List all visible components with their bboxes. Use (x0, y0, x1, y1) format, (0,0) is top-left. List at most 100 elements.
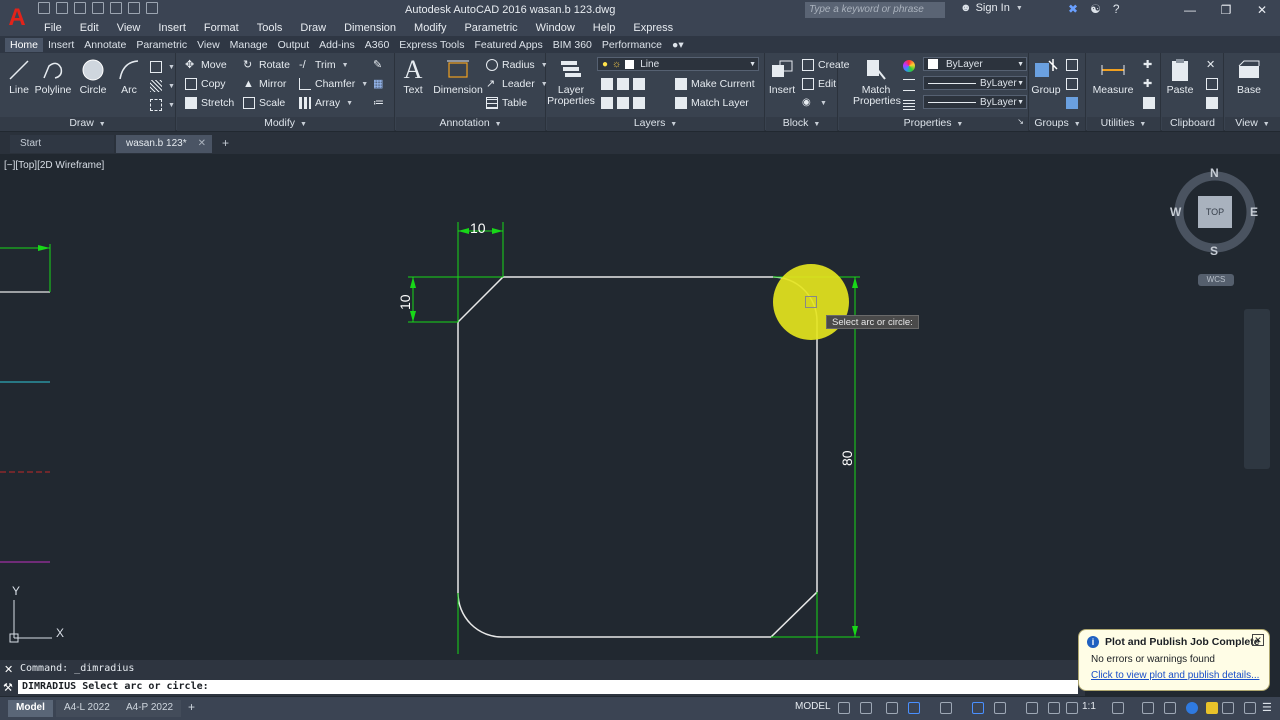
annotation-visibility-icon[interactable] (1048, 702, 1060, 714)
model-space-button[interactable]: MODEL (795, 701, 831, 712)
color-wheel-icon[interactable] (903, 58, 915, 74)
save-as-icon[interactable] (92, 2, 104, 14)
menu-tools[interactable]: Tools (257, 22, 293, 34)
tab-start[interactable]: Start (10, 135, 114, 153)
leader-button[interactable]: ↗ Leader ▼ (486, 76, 548, 92)
panel-launcher-icon[interactable]: ↘ (1017, 117, 1024, 126)
menu-edit[interactable]: Edit (80, 22, 109, 34)
quick-calc-button[interactable]: ✚ (1143, 57, 1155, 73)
restore-icon[interactable]: ❐ (1208, 0, 1244, 20)
tab-current-drawing[interactable]: wasan.b 123* ✕ (116, 135, 212, 153)
group-selection-button[interactable] (1066, 95, 1078, 111)
ortho-icon[interactable] (886, 702, 898, 714)
compass-north[interactable]: N (1210, 166, 1219, 180)
tab-performance[interactable]: Performance (597, 38, 667, 52)
menu-insert[interactable]: Insert (158, 22, 196, 34)
tab-insert[interactable]: Insert (43, 38, 79, 52)
object-snap-icon[interactable] (972, 702, 984, 714)
tab-express-tools[interactable]: Express Tools (394, 38, 469, 52)
copy-clip-button[interactable] (1206, 76, 1218, 92)
copy-base-button[interactable] (1206, 95, 1218, 111)
menu-format[interactable]: Format (204, 22, 249, 34)
layout-tab-model[interactable]: Model (8, 700, 53, 717)
menu-file[interactable]: File (44, 22, 72, 34)
edit-block-button[interactable]: Edit (802, 76, 836, 92)
menu-draw[interactable]: Draw (300, 22, 336, 34)
part-outline[interactable] (457, 276, 818, 638)
color-dropdown[interactable]: ByLayer ▼ (923, 57, 1027, 71)
customize-icon[interactable]: ⚒ (3, 681, 13, 694)
match-layer-button[interactable]: Match Layer (675, 95, 749, 111)
dimension-button[interactable]: Dimension (432, 57, 484, 96)
layer-properties-button[interactable]: Layer Properties (547, 57, 595, 107)
menu-help[interactable]: Help (593, 22, 626, 34)
layer-tools-row1[interactable] (601, 76, 645, 92)
tab-featured-apps[interactable]: Featured Apps (469, 38, 547, 52)
rectangle-button[interactable]: ▼ (150, 59, 175, 75)
drawing-area[interactable]: 10 10 80 Y X [−][Top][2D Wireframe] Sele… (0, 154, 1280, 654)
block-attributes-button[interactable]: ◉ ▼ (802, 95, 827, 111)
osnap-tracking-icon[interactable] (940, 702, 952, 714)
calculator-button[interactable] (1143, 95, 1155, 111)
tab-annotate[interactable]: Annotate (79, 38, 131, 52)
layers-panel-title[interactable]: Layers ▼ (547, 117, 764, 131)
redo-icon[interactable] (146, 2, 158, 14)
group-button[interactable]: Group (1024, 57, 1068, 96)
tab-parametric[interactable]: Parametric (131, 38, 192, 52)
exchange-icon[interactable]: ✖ (1068, 2, 1078, 16)
close-icon[interactable]: ✕ (1244, 0, 1280, 20)
chamfer-button[interactable]: Chamfer ▼ (299, 76, 368, 92)
application-menu-button[interactable]: A (0, 0, 34, 36)
account-icon[interactable]: ☯ (1090, 2, 1101, 16)
plot-details-link[interactable]: Click to view plot and publish details..… (1091, 670, 1259, 681)
print-icon[interactable] (110, 2, 122, 14)
array-button[interactable]: Array ▼ (299, 95, 353, 111)
draw-panel-title[interactable]: Draw ▼ (0, 117, 175, 131)
linetype-dropdown[interactable]: ByLayer ▼ (923, 76, 1027, 90)
new-tab-icon[interactable]: + (222, 136, 229, 150)
grid-icon[interactable] (838, 702, 850, 714)
save-icon[interactable] (74, 2, 86, 14)
close-icon[interactable]: ✕ (1252, 634, 1264, 646)
tab-a360[interactable]: A360 (360, 38, 395, 52)
tab-bim-360[interactable]: BIM 360 (548, 38, 597, 52)
explode-button[interactable]: ▦ (373, 76, 385, 92)
table-button[interactable]: Table (486, 95, 527, 111)
annotation-panel-title[interactable]: Annotation ▼ (396, 117, 545, 131)
clipboard-panel-title[interactable]: Clipboard (1162, 117, 1223, 131)
tab-view[interactable]: View (192, 38, 225, 52)
viewcube[interactable]: N S E W TOP WCS (1170, 166, 1262, 310)
erase-button[interactable]: ✎ (373, 57, 385, 73)
compass-east[interactable]: E (1250, 205, 1258, 219)
menu-view[interactable]: View (117, 22, 151, 34)
insert-block-button[interactable]: Insert (760, 57, 804, 96)
undo-icon[interactable] (128, 2, 140, 14)
isolate-objects-icon[interactable] (1222, 702, 1234, 714)
arc-button[interactable]: Arc (106, 57, 152, 96)
close-icon[interactable]: ✕ (198, 138, 206, 149)
utilities-panel-title[interactable]: Utilities ▼ (1087, 117, 1160, 131)
ungroup-button[interactable] (1066, 57, 1078, 73)
rotate-button[interactable]: ↻ Rotate (243, 57, 290, 73)
group-edit-button[interactable] (1066, 76, 1078, 92)
sign-in-button[interactable]: ☻ Sign In ▼ (960, 2, 1023, 14)
dimension-top[interactable] (457, 222, 504, 322)
cut-button[interactable]: ✕ (1206, 57, 1218, 73)
move-button[interactable]: ✥ Move (185, 57, 227, 73)
new-file-icon[interactable] (38, 2, 50, 14)
mirror-button[interactable]: ▲ Mirror (243, 76, 286, 92)
properties-panel-title[interactable]: Properties ▼ ↘ (839, 117, 1028, 131)
auto-scale-icon[interactable] (1066, 702, 1078, 714)
tab-manage[interactable]: Manage (225, 38, 273, 52)
match-properties-button[interactable]: Match Properties (853, 57, 901, 107)
menu-window[interactable]: Window (536, 22, 585, 34)
text-button[interactable]: A Text (390, 55, 436, 96)
base-view-button[interactable]: Base (1227, 57, 1271, 96)
lineweight-display-icon[interactable] (994, 702, 1006, 714)
tab-home[interactable]: Home (5, 37, 44, 52)
make-current-button[interactable]: Make Current (675, 76, 755, 92)
ribbon-toggle-icon[interactable]: ●▾ (667, 38, 689, 52)
clean-screen-icon[interactable] (1244, 702, 1256, 714)
groups-panel-title[interactable]: Groups ▼ (1030, 117, 1085, 131)
compass-west[interactable]: W (1170, 205, 1181, 219)
